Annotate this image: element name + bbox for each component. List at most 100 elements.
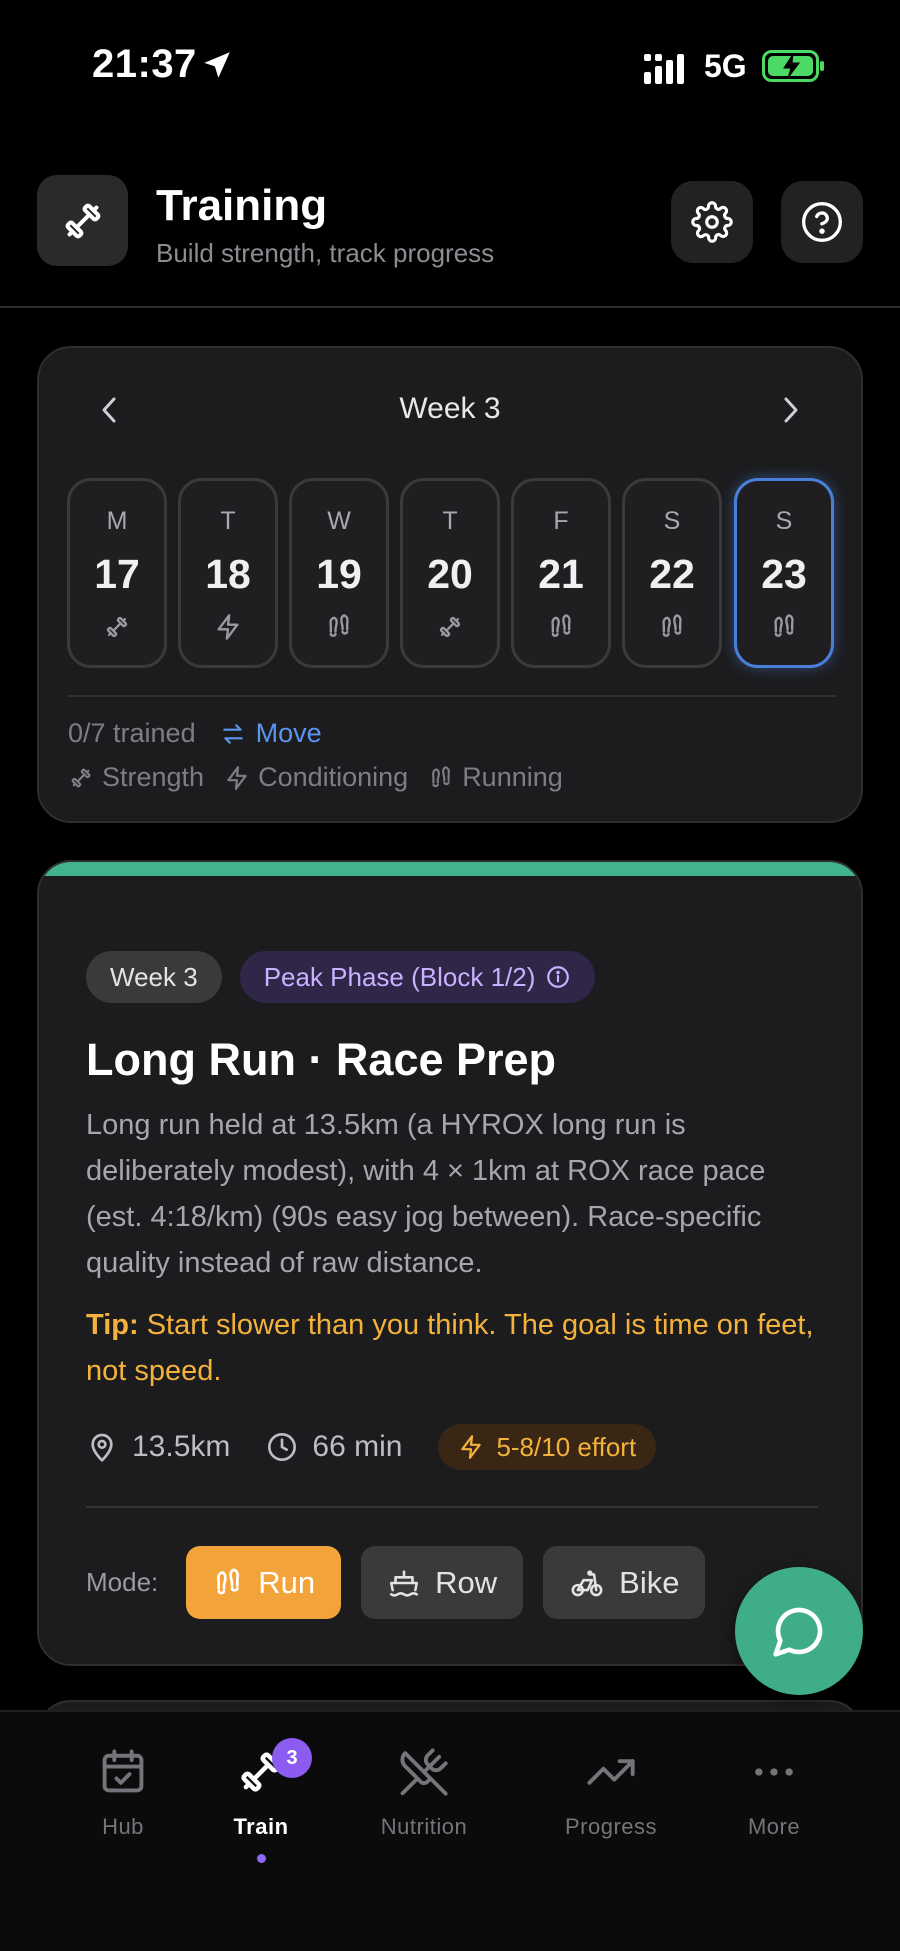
- more-dots-icon: [755, 1768, 793, 1776]
- boat-icon: [390, 1569, 419, 1597]
- active-tab-indicator: [257, 1854, 266, 1863]
- effort-badge: 5-8/10 effort: [438, 1424, 657, 1470]
- workout-chips: Week 3 Peak Phase (Block 1/2): [86, 951, 596, 1003]
- mode-run-button[interactable]: Run: [186, 1546, 342, 1619]
- dumbbell-icon: [37, 175, 128, 266]
- trained-count: 0/7 trained: [68, 718, 196, 748]
- settings-button[interactable]: [671, 181, 753, 263]
- day-letter: T: [220, 507, 236, 535]
- duration-stat: 66 min: [266, 1430, 402, 1464]
- day-friday[interactable]: F 21: [511, 478, 611, 668]
- day-letter: F: [553, 507, 569, 535]
- network-type: 5G: [704, 48, 747, 84]
- distance-stat: 13.5km: [86, 1430, 230, 1464]
- day-wednesday[interactable]: W 19: [289, 478, 389, 668]
- footprints-icon: [292, 613, 386, 641]
- legend-running: Running: [428, 762, 563, 793]
- workout-stats: 13.5km 66 min 5-8/10 effort: [86, 1424, 657, 1470]
- distance-value: 13.5km: [132, 1430, 231, 1463]
- next-week-button[interactable]: [771, 390, 811, 430]
- chat-button[interactable]: [735, 1567, 863, 1695]
- move-label: Move: [255, 718, 322, 748]
- clock-icon: [268, 1433, 297, 1461]
- tab-more[interactable]: More: [699, 1742, 849, 1840]
- phase-chip[interactable]: Peak Phase (Block 1/2): [239, 951, 596, 1003]
- help-button[interactable]: [781, 181, 863, 263]
- day-tuesday[interactable]: T 18: [178, 478, 278, 668]
- chevron-right-icon: [784, 397, 798, 423]
- day-thursday[interactable]: T 20: [400, 478, 500, 668]
- mode-bike-button[interactable]: Bike: [543, 1546, 706, 1619]
- tab-progress[interactable]: Progress: [536, 1742, 686, 1840]
- bicycle-icon: [571, 1569, 603, 1596]
- mode-bike-label: Bike: [619, 1564, 680, 1600]
- calendar-check-icon: [102, 1749, 144, 1793]
- effort-value: 5-8/10 effort: [496, 1431, 637, 1462]
- mode-row-button[interactable]: Row: [361, 1546, 524, 1619]
- day-letter: S: [775, 507, 793, 535]
- gear-icon: [691, 201, 733, 243]
- phase-label: Peak Phase (Block 1/2): [263, 961, 536, 992]
- workout-title: Long Run · Race Prep: [86, 1034, 557, 1085]
- mode-run-label: Run: [258, 1564, 316, 1600]
- legend-conditioning: Conditioning: [224, 762, 408, 793]
- duration-value: 66 min: [312, 1430, 403, 1463]
- workout-tip: Tip: Start slower than you think. The go…: [86, 1302, 826, 1394]
- day-selector: M 17 T 18 W 19 T 20 F 21 S 22 S 23: [67, 478, 837, 668]
- day-monday[interactable]: M 17: [67, 478, 167, 668]
- status-time: 21:37: [92, 42, 197, 86]
- session-type-legend: Strength Conditioning Running: [68, 762, 583, 793]
- tab-hub[interactable]: Hub: [48, 1742, 198, 1840]
- day-saturday[interactable]: S 22: [622, 478, 722, 668]
- dumbbell-icon: [70, 613, 164, 641]
- location-arrow-icon: [204, 52, 230, 78]
- day-number: 20: [427, 551, 473, 597]
- utensils-crossed-icon: [400, 1748, 448, 1796]
- tab-nutrition[interactable]: Nutrition: [349, 1742, 499, 1840]
- lightning-icon: [181, 613, 275, 641]
- swap-arrows-icon: [222, 723, 243, 744]
- battery-charging-icon: [762, 50, 824, 82]
- tab-nutrition-label: Nutrition: [380, 1814, 468, 1839]
- page-title: Training: [156, 181, 328, 230]
- day-number: 22: [649, 551, 695, 597]
- tab-hub-label: Hub: [102, 1814, 144, 1839]
- page-header: Training Build strength, track progress: [0, 175, 900, 308]
- legend-strength: Strength: [68, 762, 204, 793]
- mode-row-label: Row: [435, 1564, 498, 1600]
- footprints-icon: [514, 613, 608, 641]
- map-pin-icon: [91, 1433, 113, 1462]
- legend-label: Conditioning: [258, 762, 409, 792]
- day-number: 17: [94, 551, 140, 597]
- tip-label: Tip:: [86, 1309, 139, 1341]
- tip-text: Start slower than you think. The goal is…: [86, 1309, 814, 1387]
- tab-train-label: Train: [233, 1814, 289, 1839]
- help-circle-icon: [802, 202, 842, 242]
- day-number: 19: [316, 551, 362, 597]
- day-sunday-selected[interactable]: S 23: [734, 478, 834, 668]
- chat-bubble-icon: [773, 1607, 823, 1657]
- page-subtitle: Build strength, track progress: [156, 238, 495, 268]
- info-icon: [547, 966, 570, 988]
- move-button[interactable]: Move: [220, 718, 322, 749]
- trending-up-icon: [587, 1759, 635, 1785]
- footprints-icon: [625, 613, 719, 641]
- tab-progress-label: Progress: [564, 1814, 658, 1839]
- day-letter: M: [106, 507, 128, 535]
- tab-train[interactable]: 3 Train: [186, 1738, 336, 1863]
- dumbbell-icon: [403, 613, 497, 641]
- week-navigation: Week 3: [39, 384, 861, 434]
- mode-selector: Mode: Run Row Bike: [86, 1546, 725, 1619]
- accent-bar: [39, 862, 861, 876]
- footprints-icon: [737, 613, 831, 641]
- day-letter: S: [663, 507, 681, 535]
- cell-signal-icon: [644, 54, 684, 84]
- lightning-icon: [461, 1435, 482, 1459]
- train-badge: 3: [272, 1738, 312, 1778]
- legend-label: Strength: [102, 762, 205, 792]
- legend-label: Running: [462, 762, 563, 792]
- day-letter: W: [327, 507, 351, 535]
- dumbbell-icon: [71, 768, 91, 787]
- day-number: 23: [761, 551, 807, 597]
- footprints-icon: [432, 765, 451, 787]
